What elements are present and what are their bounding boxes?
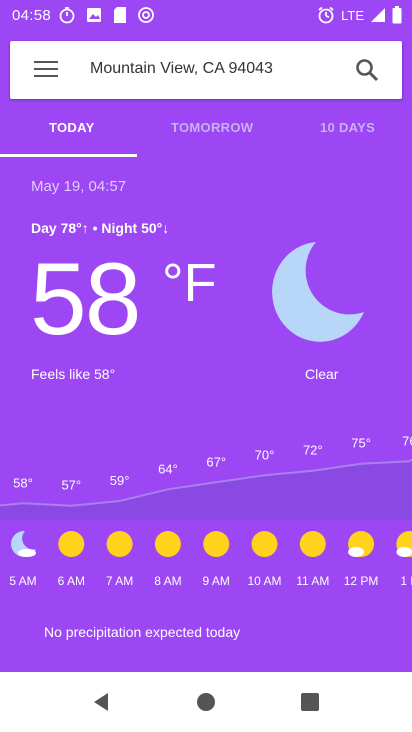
hourly-forecast-chart: 58° 5 AM 57° 6 AM 59° 7 AM 64° 8 AM 67° 9 AM 70° 10… bbox=[0, 433, 412, 588]
hamburger-menu-icon[interactable] bbox=[34, 61, 58, 79]
hourly-temp-label: 64° bbox=[158, 461, 178, 476]
temperature-unit: °F bbox=[162, 253, 217, 313]
hourly-temp-label: 76 bbox=[402, 433, 412, 448]
navigation-bar bbox=[0, 672, 412, 732]
hourly-time-label: 10 AM bbox=[247, 574, 281, 588]
weather-app: 04:58 LTE Mountain View, CA 94043 TODAY … bbox=[0, 0, 412, 672]
day-night-temps: Day 78°↑ • Night 50°↓ bbox=[31, 220, 170, 236]
home-icon[interactable] bbox=[194, 690, 218, 714]
crescent-moon-icon bbox=[272, 242, 364, 342]
sun-icon bbox=[203, 531, 230, 557]
hourly-time-label: 11 AM bbox=[296, 574, 329, 588]
tab-today[interactable]: TODAY bbox=[49, 120, 95, 135]
hourly-temp-label: 70° bbox=[255, 447, 275, 462]
moon-icon bbox=[11, 530, 36, 557]
tab-tomorrow[interactable]: TOMORROW bbox=[171, 120, 253, 135]
recents-icon[interactable] bbox=[298, 690, 322, 714]
location-query[interactable]: Mountain View, CA 94043 bbox=[90, 60, 273, 78]
alarm-icon bbox=[318, 6, 334, 24]
hourly-time-label: 6 AM bbox=[58, 574, 85, 588]
battery-icon bbox=[392, 6, 402, 24]
hourly-temp-label: 72° bbox=[303, 443, 323, 458]
current-temperature: 58 bbox=[30, 242, 141, 356]
hourly-temp-label: 67° bbox=[206, 454, 226, 469]
target-icon bbox=[138, 7, 154, 23]
hourly-temp-label: 59° bbox=[110, 473, 130, 488]
status-time: 04:58 bbox=[12, 7, 52, 24]
current-datetime: May 19, 04:57 bbox=[31, 178, 127, 195]
tab-indicator bbox=[0, 154, 137, 157]
tab-10-days[interactable]: 10 DAYS bbox=[320, 120, 375, 135]
sun-icon bbox=[106, 531, 133, 557]
partly-cloudy-icon bbox=[348, 531, 375, 557]
status-bar: 04:58 LTE bbox=[0, 0, 412, 32]
hourly-temp-label: 75° bbox=[351, 436, 371, 451]
sun-icon bbox=[299, 531, 326, 557]
hourly-time-label: 1 P bbox=[400, 574, 412, 588]
network-label: LTE bbox=[341, 7, 364, 23]
timer-icon bbox=[59, 7, 75, 24]
current-condition: Clear bbox=[305, 366, 339, 382]
location-search-bar[interactable]: Mountain View, CA 94043 bbox=[10, 41, 402, 99]
hourly-temp-label: 57° bbox=[61, 478, 81, 493]
hourly-time-label: 7 AM bbox=[106, 574, 133, 588]
feels-like: Feels like 58° bbox=[31, 366, 116, 382]
signal-icon bbox=[371, 8, 385, 22]
sun-icon bbox=[251, 531, 278, 557]
hourly-time-label: 8 AM bbox=[154, 574, 181, 588]
sun-icon bbox=[58, 531, 85, 557]
hourly-temp-label: 58° bbox=[13, 475, 33, 490]
sun-icon bbox=[154, 531, 181, 557]
hourly-time-label: 12 PM bbox=[344, 574, 379, 588]
hourly-time-label: 9 AM bbox=[203, 574, 230, 588]
image-icon bbox=[87, 8, 101, 22]
sd-card-icon bbox=[114, 7, 126, 23]
hourly-time-label: 5 AM bbox=[9, 574, 36, 588]
precipitation-message: No precipitation expected today bbox=[44, 624, 241, 640]
partly-cloudy-icon bbox=[396, 531, 412, 557]
search-icon[interactable] bbox=[354, 57, 380, 83]
forecast-tabs: TODAY TOMORROW 10 DAYS bbox=[0, 110, 412, 158]
back-icon[interactable] bbox=[89, 690, 113, 714]
